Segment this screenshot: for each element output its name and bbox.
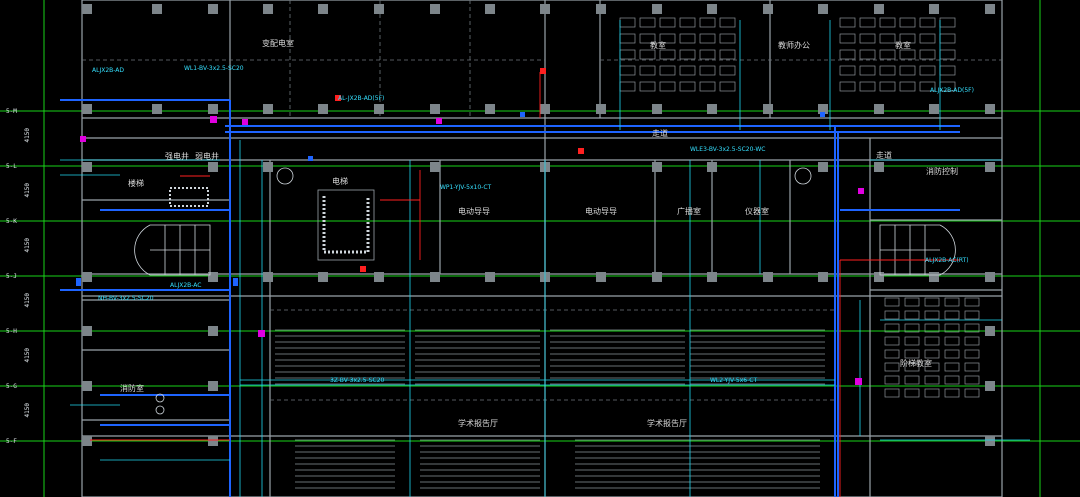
axis-label-6: 5-G (6, 383, 17, 390)
axis-label-2: 5-L (6, 163, 17, 170)
room-office: 教师办公 (778, 41, 810, 50)
note-1: ALJX2B-AD (92, 67, 125, 74)
dim-1: 4150 (24, 128, 31, 143)
axis-label-3: 5-K (6, 218, 17, 225)
room-lobby: 阶梯教室 (900, 359, 932, 368)
dim-4: 4150 (24, 293, 31, 308)
note-10: WL2-YJV-5x6-CT (710, 377, 758, 384)
room-corridor: 走道 (876, 151, 892, 160)
room-shaft: 强电井 (165, 152, 189, 161)
axis-label-4: 5-J (6, 273, 17, 280)
cad-floor-plan (0, 0, 1080, 497)
room-classroom-right: 教室 (895, 41, 911, 50)
note-4: ALJX2B-AC (170, 282, 202, 289)
room-weak-shaft: 弱电井 (195, 152, 219, 161)
axis-label-7: 5-F (6, 438, 17, 445)
room-stair: 楼梯 (128, 179, 144, 188)
room-power: 变配电室 (262, 39, 294, 48)
room-lift: 电梯 (332, 177, 348, 186)
room-classroom-left: 教室 (650, 41, 666, 50)
room-fire: 消防室 (120, 384, 144, 393)
room-hall-right: 学术报告厅 (647, 419, 687, 428)
dim-2: 4150 (24, 183, 31, 198)
room-hall-left: 学术报告厅 (458, 419, 498, 428)
room-broadcast: 广播室 (677, 207, 701, 216)
note-3: AL-JX2B-AD(5F) (338, 95, 385, 102)
room-guide-mid: 电动导导 (585, 207, 617, 216)
room-instrument: 仪器室 (745, 207, 769, 216)
room-control: 消防控制 (926, 167, 958, 176)
dim-5: 4150 (24, 348, 31, 363)
note-8: ALJX2B-AD(5F) (930, 87, 974, 94)
note-2: WL1-BV-3x2.5-SC20 (184, 65, 244, 72)
axis-label-5: 5-H (6, 328, 17, 335)
note-5: NH-BV-3x2.5-SC20 (98, 295, 154, 302)
room-guide-left: 电动导导 (458, 207, 490, 216)
axis-label-1: 5-M (6, 108, 17, 115)
dim-3: 4150 (24, 238, 31, 253)
dim-6: 4150 (24, 403, 31, 418)
note-7: WP1-YJV-5x10-CT (440, 184, 492, 191)
note-9: 3Z-BV-3x2.5-SC20 (330, 377, 385, 384)
note-11: ALJX2B-AC(RT) (925, 257, 969, 264)
room-corridor-label: 走道 (652, 129, 668, 138)
note-6: WLE3-BV-3x2.5-SC20-WC (690, 146, 766, 153)
